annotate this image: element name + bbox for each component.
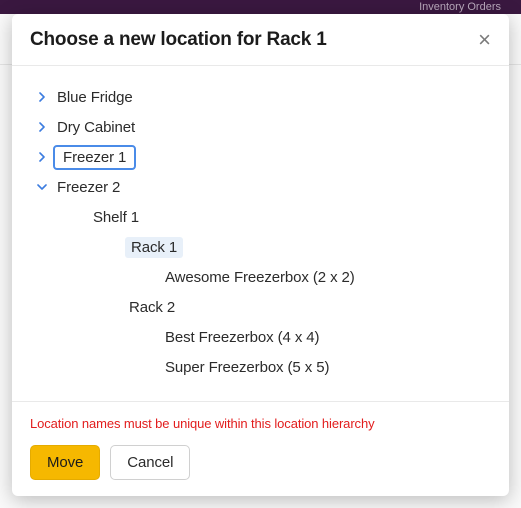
tree-item[interactable]: Rack 1 bbox=[30, 232, 491, 262]
tree-node-label[interactable]: Freezer 1 bbox=[53, 145, 136, 170]
tree-item[interactable]: Super Freezerbox (5 x 5) bbox=[30, 352, 491, 382]
tree-node-label[interactable]: Rack 2 bbox=[125, 297, 179, 318]
modal-header: Choose a new location for Rack 1 × bbox=[12, 14, 509, 66]
tree-node-label[interactable]: Blue Fridge bbox=[53, 87, 137, 108]
location-tree: Blue Fridge Dry Cabinet Freezer 1 Freezer 2… bbox=[30, 82, 491, 382]
tree-item[interactable]: Best Freezerbox (4 x 4) bbox=[30, 322, 491, 352]
chevron-right-icon[interactable] bbox=[36, 152, 47, 163]
move-button[interactable]: Move bbox=[30, 445, 100, 480]
cancel-button[interactable]: Cancel bbox=[110, 445, 190, 480]
modal-footer: Location names must be unique within thi… bbox=[12, 401, 509, 496]
chevron-down-icon[interactable] bbox=[36, 182, 47, 193]
tree-node-label[interactable]: Super Freezerbox (5 x 5) bbox=[161, 357, 333, 378]
tree-node-label[interactable]: Awesome Freezerbox (2 x 2) bbox=[161, 267, 359, 288]
tree-item[interactable]: Freezer 1 bbox=[30, 142, 491, 172]
close-button[interactable]: × bbox=[478, 29, 491, 51]
tree-item[interactable]: Awesome Freezerbox (2 x 2) bbox=[30, 262, 491, 292]
error-message: Location names must be unique within thi… bbox=[30, 416, 491, 431]
tree-item[interactable]: Rack 2 bbox=[30, 292, 491, 322]
modal-title: Choose a new location for Rack 1 bbox=[30, 29, 327, 51]
tree-item[interactable]: Blue Fridge bbox=[30, 82, 491, 112]
tree-node-label[interactable]: Shelf 1 bbox=[89, 207, 143, 228]
tree-node-label[interactable]: Dry Cabinet bbox=[53, 117, 139, 138]
modal-body: Blue Fridge Dry Cabinet Freezer 1 Freezer 2… bbox=[12, 66, 509, 401]
tree-node-label[interactable]: Best Freezerbox (4 x 4) bbox=[161, 327, 323, 348]
chevron-right-icon[interactable] bbox=[36, 122, 47, 133]
tree-node-label[interactable]: Freezer 2 bbox=[53, 177, 124, 198]
move-location-modal: Choose a new location for Rack 1 × Blue … bbox=[12, 14, 509, 496]
tree-node-label[interactable]: Rack 1 bbox=[125, 237, 183, 258]
tree-item[interactable]: Dry Cabinet bbox=[30, 112, 491, 142]
chevron-right-icon[interactable] bbox=[36, 92, 47, 103]
tree-item[interactable]: Freezer 2 bbox=[30, 172, 491, 202]
button-row: Move Cancel bbox=[30, 445, 491, 480]
backdrop-nav: Inventory Orders bbox=[0, 0, 521, 14]
tree-item[interactable]: Shelf 1 bbox=[30, 202, 491, 232]
